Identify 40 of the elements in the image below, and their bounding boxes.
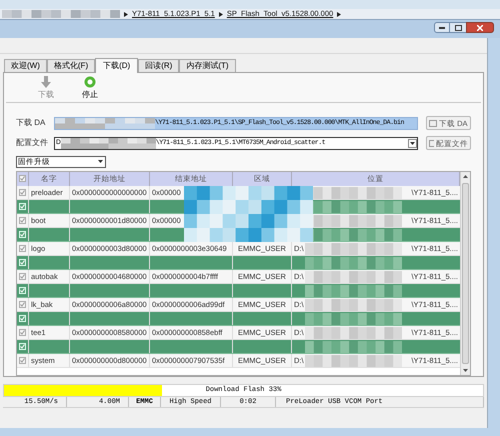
checkbox[interactable] bbox=[19, 216, 26, 224]
toolbar-button[interactable]: 停止 bbox=[82, 76, 98, 101]
chevron-icon bbox=[218, 12, 223, 16]
maximize-button[interactable] bbox=[450, 22, 466, 33]
dropdown-arrow-icon[interactable] bbox=[410, 142, 415, 145]
checkbox[interactable] bbox=[19, 356, 26, 364]
scrollbar[interactable] bbox=[460, 172, 470, 375]
table-row[interactable] bbox=[17, 228, 460, 242]
maximize-icon bbox=[454, 24, 462, 30]
tab[interactable]: 下载(D) bbox=[95, 58, 138, 73]
dropdown-arrow-icon bbox=[98, 160, 103, 164]
minimize-icon bbox=[439, 26, 445, 29]
chevron-icon bbox=[337, 12, 342, 16]
checkbox[interactable] bbox=[19, 175, 26, 182]
checkbox[interactable] bbox=[19, 244, 26, 252]
close-button[interactable] bbox=[466, 22, 494, 33]
chevron-icon bbox=[124, 12, 128, 16]
checkbox[interactable] bbox=[19, 272, 26, 280]
tab[interactable]: 欢迎(W) bbox=[4, 59, 47, 72]
field-label: 下载 DA bbox=[16, 117, 46, 130]
close-icon bbox=[477, 24, 483, 30]
table-row[interactable] bbox=[17, 312, 460, 326]
table-row[interactable] bbox=[17, 256, 460, 270]
checkbox[interactable] bbox=[19, 328, 26, 336]
down-arrow-icon bbox=[41, 76, 51, 88]
scroll-up-icon[interactable] bbox=[463, 175, 468, 178]
checkbox[interactable] bbox=[19, 300, 26, 308]
checkbox[interactable] bbox=[19, 188, 26, 196]
tab[interactable]: 回读(R) bbox=[138, 59, 180, 72]
tab[interactable]: 格式化(F) bbox=[46, 59, 96, 72]
minimize-button[interactable] bbox=[434, 22, 450, 33]
table-row[interactable] bbox=[17, 200, 460, 214]
table-row[interactable] bbox=[17, 284, 460, 298]
folder-icon bbox=[429, 120, 437, 127]
scroll-down-icon[interactable] bbox=[463, 368, 468, 372]
tab[interactable]: 内存测试(T) bbox=[179, 59, 236, 72]
folder-icon bbox=[429, 140, 434, 147]
field-label: 配置文件 bbox=[16, 137, 49, 150]
stop-icon bbox=[84, 76, 96, 88]
table-row[interactable] bbox=[17, 340, 460, 354]
